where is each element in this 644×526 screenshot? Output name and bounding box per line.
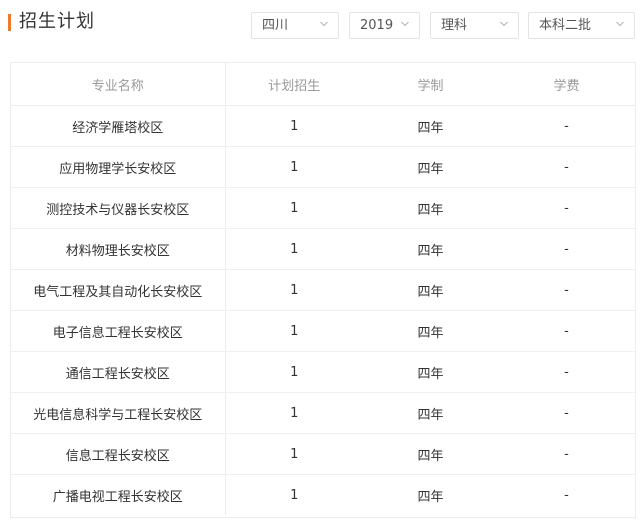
table-row: 光电信息科学与工程长安校区 1 四年 - [11, 392, 635, 434]
major-name-cell: 测控技术与仪器长安校区 [11, 187, 226, 229]
plan-count-cell: 1 [290, 487, 299, 503]
batch-select[interactable]: 本科二批 [528, 12, 635, 39]
subject-select[interactable]: 理科 [430, 12, 519, 39]
major-name-cell: 通信工程长安校区 [11, 351, 226, 393]
province-select-value: 四川 [262, 18, 289, 33]
duration-cell: 四年 [363, 351, 498, 393]
duration-cell: 四年 [363, 105, 498, 147]
chevron-down-icon [320, 21, 328, 27]
major-name-cell: 电子信息工程长安校区 [11, 310, 226, 352]
plan-table: 专业名称 计划招生 学制 学费 经济学雁塔校区 1 四年 - 应用物理学长安校区… [11, 63, 635, 515]
fee-cell: - [564, 487, 569, 503]
column-header-duration: 学制 [363, 63, 498, 106]
chevron-down-icon [500, 21, 508, 27]
fee-cell: - [498, 269, 635, 311]
plan-count-cell: 1 [225, 392, 363, 434]
duration-cell: 四年 [363, 392, 498, 434]
table-row: 广播电视工程长安校区 1 四年 - [11, 474, 635, 515]
plan-count-cell: 1 [225, 310, 363, 352]
major-name-cell: 电气工程及其自动化长安校区 [11, 269, 226, 311]
fee-cell: - [498, 146, 635, 188]
major-name-cell: 光电信息科学与工程长安校区 [11, 392, 226, 434]
duration-cell: 四年 [363, 187, 498, 229]
table-row: 应用物理学长安校区 1 四年 - [11, 146, 635, 188]
major-name-cell: 经济学雁塔校区 [11, 105, 226, 147]
province-select[interactable]: 四川 [251, 12, 339, 39]
page-title: 招生计划 [19, 11, 95, 32]
subject-select-value: 理科 [441, 18, 468, 33]
batch-select-value: 本科二批 [539, 18, 592, 33]
table-row: 材料物理长安校区 1 四年 - [11, 228, 635, 270]
table-row: 经济学雁塔校区 1 四年 - [11, 105, 635, 147]
chevron-down-icon [616, 21, 624, 27]
major-name-cell: 信息工程长安校区 [11, 433, 226, 475]
plan-count-cell: 1 [225, 269, 363, 311]
fee-cell: - [498, 187, 635, 229]
fee-cell: - [498, 105, 635, 147]
plan-count-cell: 1 [225, 351, 363, 393]
page-header: 招生计划 四川 2019 理科 本科二批 [0, 0, 644, 44]
table-row: 通信工程长安校区 1 四年 - [11, 351, 635, 393]
enrollment-plan-table: 专业名称 计划招生 学制 学费 经济学雁塔校区 1 四年 - 应用物理学长安校区… [10, 62, 636, 518]
table-row: 测控技术与仪器长安校区 1 四年 - [11, 187, 635, 229]
duration-cell: 四年 [363, 228, 498, 270]
table-header-row: 专业名称 计划招生 学制 学费 [11, 63, 635, 106]
duration-cell: 四年 [363, 433, 498, 475]
fee-cell: - [498, 228, 635, 270]
column-header-plan: 计划招生 [225, 63, 363, 106]
year-select-value: 2019 [360, 18, 394, 33]
fee-cell: - [498, 351, 635, 393]
column-header-major: 专业名称 [11, 63, 226, 106]
major-name-cell: 广播电视工程长安校区 [11, 474, 226, 515]
duration-cell: 四年 [363, 146, 498, 188]
duration-cell: 四年 [363, 269, 498, 311]
fee-cell: - [498, 310, 635, 352]
year-select[interactable]: 2019 [349, 12, 420, 39]
plan-count-cell: 1 [225, 228, 363, 270]
plan-count-cell: 1 [225, 105, 363, 147]
major-name-cell: 材料物理长安校区 [11, 228, 226, 270]
duration-cell: 四年 [417, 489, 444, 505]
table-row: 电子信息工程长安校区 1 四年 - [11, 310, 635, 352]
plan-count-cell: 1 [225, 187, 363, 229]
fee-cell: - [498, 433, 635, 475]
title-accent-bar [8, 14, 11, 31]
plan-count-cell: 1 [225, 433, 363, 475]
major-name-cell: 应用物理学长安校区 [11, 146, 226, 188]
chevron-down-icon [401, 21, 409, 27]
column-header-fee: 学费 [498, 63, 635, 106]
plan-count-cell: 1 [225, 146, 363, 188]
table-row: 电气工程及其自动化长安校区 1 四年 - [11, 269, 635, 311]
duration-cell: 四年 [363, 310, 498, 352]
fee-cell: - [498, 392, 635, 434]
table-row: 信息工程长安校区 1 四年 - [11, 433, 635, 475]
